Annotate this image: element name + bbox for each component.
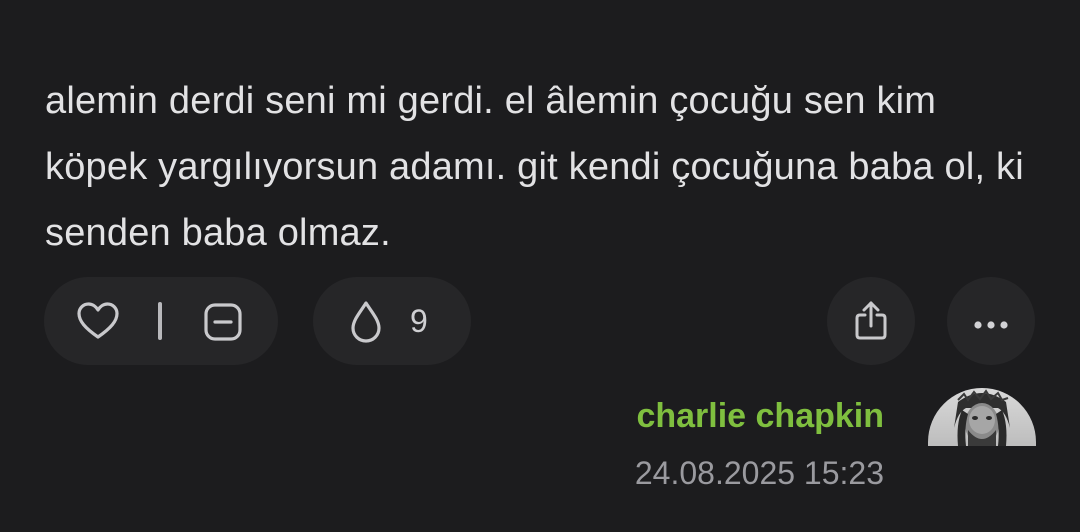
entry-card: alemin derdi seni mi gerdi. el âlemin ço… — [0, 0, 1080, 532]
minus-square-icon[interactable] — [203, 302, 243, 347]
heart-icon[interactable] — [75, 301, 121, 346]
share-button[interactable] — [827, 277, 915, 365]
more-button[interactable] — [947, 277, 1035, 365]
avatar[interactable] — [928, 388, 1036, 446]
author-name[interactable]: charlie chapkin — [636, 394, 884, 438]
vote-divider — [158, 302, 162, 340]
drop-button[interactable]: 9 — [313, 277, 471, 365]
drop-icon — [349, 300, 383, 349]
drop-count: 9 — [410, 303, 428, 339]
more-dots-icon — [973, 317, 1009, 335]
vote-group — [44, 277, 278, 365]
entry-text: alemin derdi seni mi gerdi. el âlemin ço… — [45, 80, 1024, 254]
share-icon — [852, 299, 890, 346]
entry-date[interactable]: 24.08.2025 15:23 — [635, 452, 884, 494]
